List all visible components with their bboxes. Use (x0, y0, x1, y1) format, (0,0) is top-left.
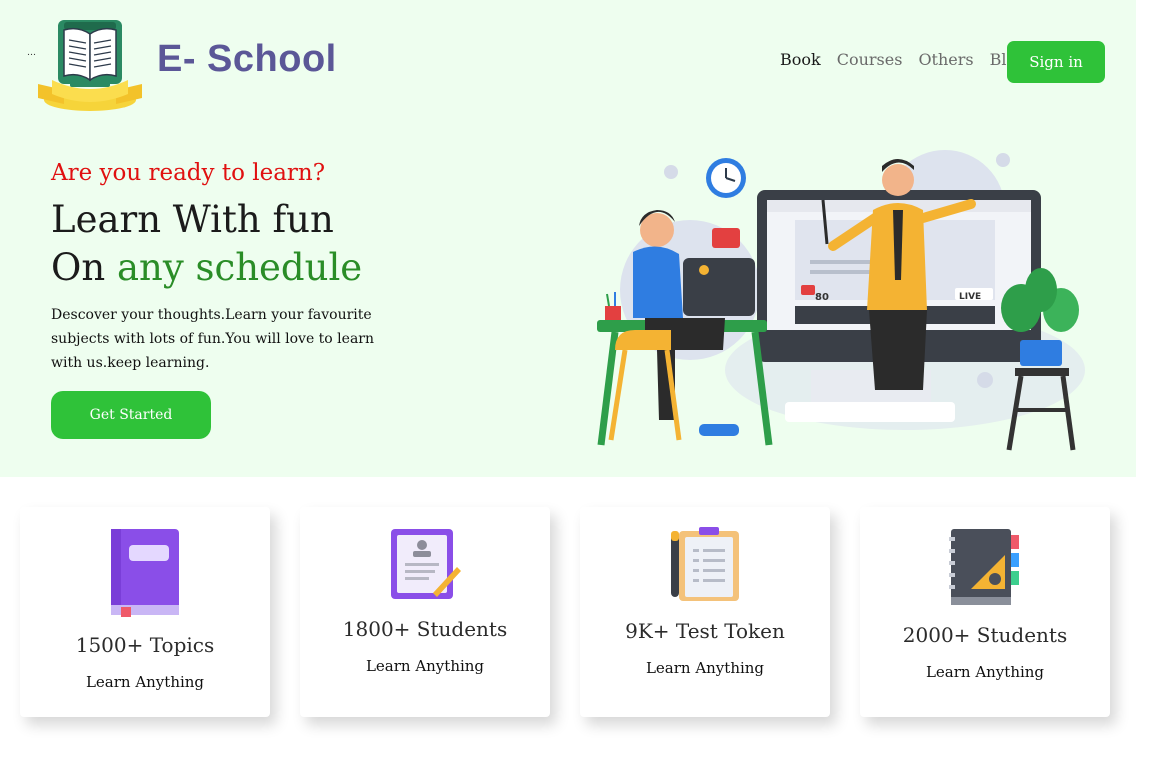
views-count: 80 (815, 292, 829, 303)
headline-on: On (51, 246, 117, 289)
hero-kicker: Are you ready to learn? (51, 160, 326, 186)
nav-link-others[interactable]: Others (918, 50, 973, 69)
nav-link-courses[interactable]: Courses (837, 50, 903, 69)
stat-card-test-token: 9K+ Test Token Learn Anything (580, 507, 830, 717)
hero-section: … E- School Book Courses Others Blog Sig… (0, 0, 1136, 477)
logo-book-icon (38, 20, 142, 111)
hero-headline: Learn With fun On any schedule (51, 196, 362, 292)
online-class-illustration: 80 LIVE (597, 150, 1085, 451)
hero-description: Descover your thoughts.Learn your favour… (51, 307, 374, 371)
stat-label: Learn Anything (925, 663, 1045, 681)
sign-in-button[interactable]: Sign in (1007, 41, 1105, 83)
stat-value: 9K+ Test Token (625, 619, 785, 643)
stat-card-students: 1800+ Students Learn Anything (300, 507, 550, 717)
stat-label: Learn Anything (365, 657, 485, 675)
stat-card-students-2000: 2000+ Students Learn Anything (860, 507, 1110, 717)
stat-label: Learn Anything (645, 659, 765, 677)
clipboard-pen-icon (671, 527, 739, 601)
stat-label: Learn Anything (85, 673, 205, 691)
stat-value: 1500+ Topics (75, 633, 215, 657)
main-nav: Book Courses Others Blog (780, 50, 1026, 69)
brand-name[interactable]: E- School (157, 38, 337, 81)
headline-line1: Learn With fun (51, 198, 334, 241)
stat-card-topics: 1500+ Topics Learn Anything (20, 507, 270, 717)
stat-value: 1800+ Students (342, 617, 508, 641)
clock-icon (706, 158, 746, 198)
notebook-ruler-icon (949, 529, 1019, 605)
purple-book-icon (111, 529, 179, 617)
stat-value: 2000+ Students (902, 623, 1068, 647)
nav-link-book[interactable]: Book (780, 50, 821, 69)
headline-highlight: any schedule (116, 246, 363, 289)
certificate-pen-icon (391, 529, 461, 599)
get-started-button[interactable]: Get Started (51, 391, 211, 439)
live-badge: LIVE (959, 292, 981, 302)
